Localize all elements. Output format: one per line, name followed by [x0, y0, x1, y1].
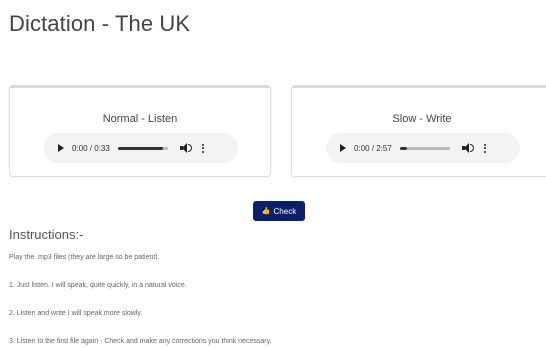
instruction-line: 1. Just listen. I will speak, quite quic…: [9, 282, 187, 289]
play-icon[interactable]: [340, 144, 346, 152]
slow-write-card: Slow - Write 0:00 / 2:57: [291, 85, 546, 177]
instruction-line: 3. Listen to the first file again - Chec…: [9, 338, 272, 345]
more-options-icon[interactable]: [201, 143, 204, 153]
time-readout: 0:00 / 2:57: [354, 143, 392, 153]
audio-player-normal[interactable]: 0:00 / 0:33: [44, 133, 238, 163]
progress-fill: [117, 146, 163, 150]
progress-bar[interactable]: [117, 146, 168, 150]
instruction-line: Play the .mp3 files (they are large so b…: [9, 254, 160, 261]
audio-player-slow[interactable]: 0:00 / 2:57: [326, 133, 520, 163]
instructions-heading: Instructions:-: [9, 227, 84, 242]
check-label: Check: [273, 206, 297, 216]
time-readout: 0:00 / 0:33: [72, 143, 110, 153]
progress-bar[interactable]: [399, 146, 450, 150]
volume-icon[interactable]: [461, 143, 474, 153]
page-title: Dictation - The UK: [9, 11, 191, 36]
normal-listen-card: Normal - Listen 0:00 / 0:33: [9, 85, 271, 177]
check-button[interactable]: 👍 Check: [253, 201, 305, 221]
card-title: Normal - Listen: [102, 113, 178, 125]
play-icon[interactable]: [58, 144, 64, 152]
thumbs-up-icon: 👍: [261, 207, 271, 215]
more-options-icon[interactable]: [483, 143, 486, 153]
card-title: Slow - Write: [392, 113, 452, 125]
instruction-line: 2. Listen and write I will speak more sl…: [9, 310, 143, 317]
volume-icon[interactable]: [179, 143, 192, 153]
progress-fill: [399, 146, 408, 150]
